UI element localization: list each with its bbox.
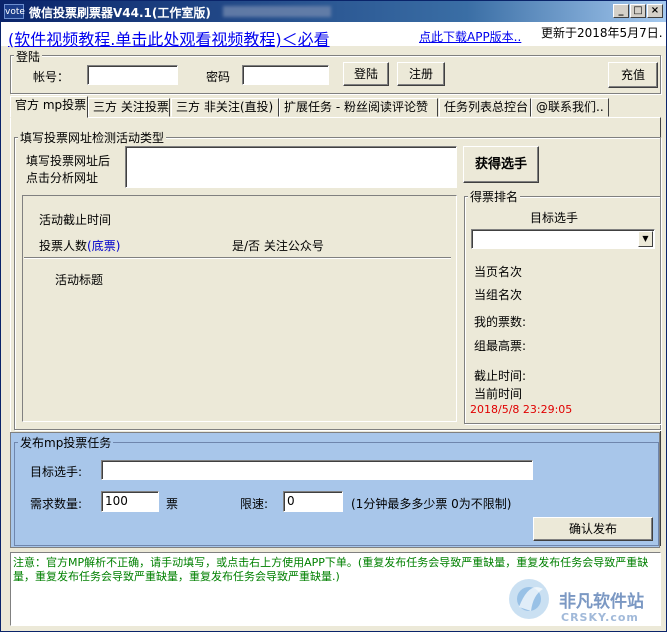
divider (24, 257, 451, 259)
password-label: 密码 (206, 70, 231, 84)
current-time-label: 当前时间 (474, 387, 523, 401)
close-button[interactable]: × (647, 4, 663, 18)
my-votes-label: 我的票数: (474, 315, 527, 329)
quantity-label: 需求数量: (30, 497, 83, 511)
tab-third-party-direct-vote[interactable]: 三方 非关注(直投) (171, 98, 279, 117)
target-candidate-dropdown[interactable]: ▼ (471, 229, 655, 249)
tab-third-party-follow-vote[interactable]: 三方 关注投票 (88, 98, 170, 117)
voters-label: 投票人数(底票) (39, 237, 120, 254)
register-button[interactable]: 注册 (397, 62, 445, 86)
update-date: 更新于2018年5月7日. (541, 26, 663, 40)
watermark-cn-text: 非凡软件站 (559, 592, 644, 612)
base-votes-note: (底票) (87, 239, 121, 253)
window-title: 微信投票刷票器V44.1(工作室版) (29, 6, 211, 20)
page-rank-label: 当页名次 (474, 265, 523, 279)
url-hint-line1: 填写投票网址后 (26, 154, 111, 168)
watermark-en-text: CRSKY.com (561, 611, 639, 624)
speed-limit-input[interactable]: 0 (283, 491, 343, 512)
account-input[interactable] (87, 65, 178, 85)
speed-limit-hint: (1分钟最多多少票 0为不限制) (351, 497, 512, 511)
account-label: 帐号： (33, 70, 70, 84)
publish-group-label: 发布mp投票任务 (18, 434, 114, 451)
site-watermark: 非凡软件站 CRSKY.com (501, 567, 667, 633)
download-app-link[interactable]: 点此下载APP版本.. (419, 28, 521, 45)
speed-limit-label: 限速: (240, 497, 269, 511)
voters-label-text: 投票人数 (39, 239, 88, 253)
app-window: vote 微信投票刷票器V44.1(工作室版) _ □ × (软件视频教程.单击… (0, 0, 667, 632)
get-candidate-button[interactable]: 获得选手 (463, 146, 539, 183)
group-max-votes-label: 组最高票: (474, 339, 527, 353)
current-time-value: 2018/5/8 23:29:05 (470, 403, 573, 416)
maximize-button[interactable]: □ (630, 4, 646, 18)
activity-title-label: 活动标题 (55, 273, 104, 287)
minimize-button[interactable]: _ (613, 4, 629, 18)
login-button[interactable]: 登陆 (343, 62, 389, 86)
publish-target-label: 目标选手: (30, 465, 83, 479)
password-input[interactable] (242, 65, 329, 85)
vote-url-input[interactable] (125, 146, 457, 188)
quantity-unit: 票 (166, 497, 179, 511)
activity-info-box (22, 195, 457, 422)
quantity-input[interactable]: 100 (101, 491, 159, 512)
tab-official-mp-vote[interactable]: 官方 mp投票 (10, 96, 88, 118)
tab-contact-us[interactable]: @联系我们.. (531, 98, 609, 117)
blurred-title-area (223, 6, 331, 17)
detect-group-label: 填写投票网址检测活动类型 (18, 129, 167, 146)
deadline-time-label: 截止时间: (474, 369, 527, 383)
tab-extended-tasks[interactable]: 扩展任务 - 粉丝阅读评论赞 (279, 98, 438, 117)
video-tutorial-link[interactable]: (软件视频教程.单击此处观看视频教程)＜必看 (8, 26, 330, 50)
link-bar: (软件视频教程.单击此处观看视频教程)＜必看 点此下载APP版本.. 更新于20… (1, 22, 666, 49)
follow-official-account-label: 是/否 关注公众号 (232, 239, 324, 253)
ranking-group-label: 得票排名 (468, 188, 521, 205)
publish-target-input[interactable] (101, 460, 533, 480)
target-candidate-label: 目标选手 (530, 211, 579, 225)
login-group-label: 登陆 (14, 48, 43, 65)
title-bar[interactable]: vote 微信投票刷票器V44.1(工作室版) _ □ × (1, 1, 666, 22)
chevron-down-icon[interactable]: ▼ (638, 231, 653, 247)
confirm-publish-button[interactable]: 确认发布 (533, 517, 653, 541)
tab-task-console[interactable]: 任务列表总控台 (439, 98, 531, 117)
recharge-button[interactable]: 充值 (608, 62, 658, 88)
deadline-label: 活动截止时间 (39, 213, 112, 227)
app-icon: vote (4, 4, 25, 19)
url-hint-line2: 点击分析网址 (26, 171, 99, 185)
group-rank-label: 当组名次 (474, 288, 523, 302)
